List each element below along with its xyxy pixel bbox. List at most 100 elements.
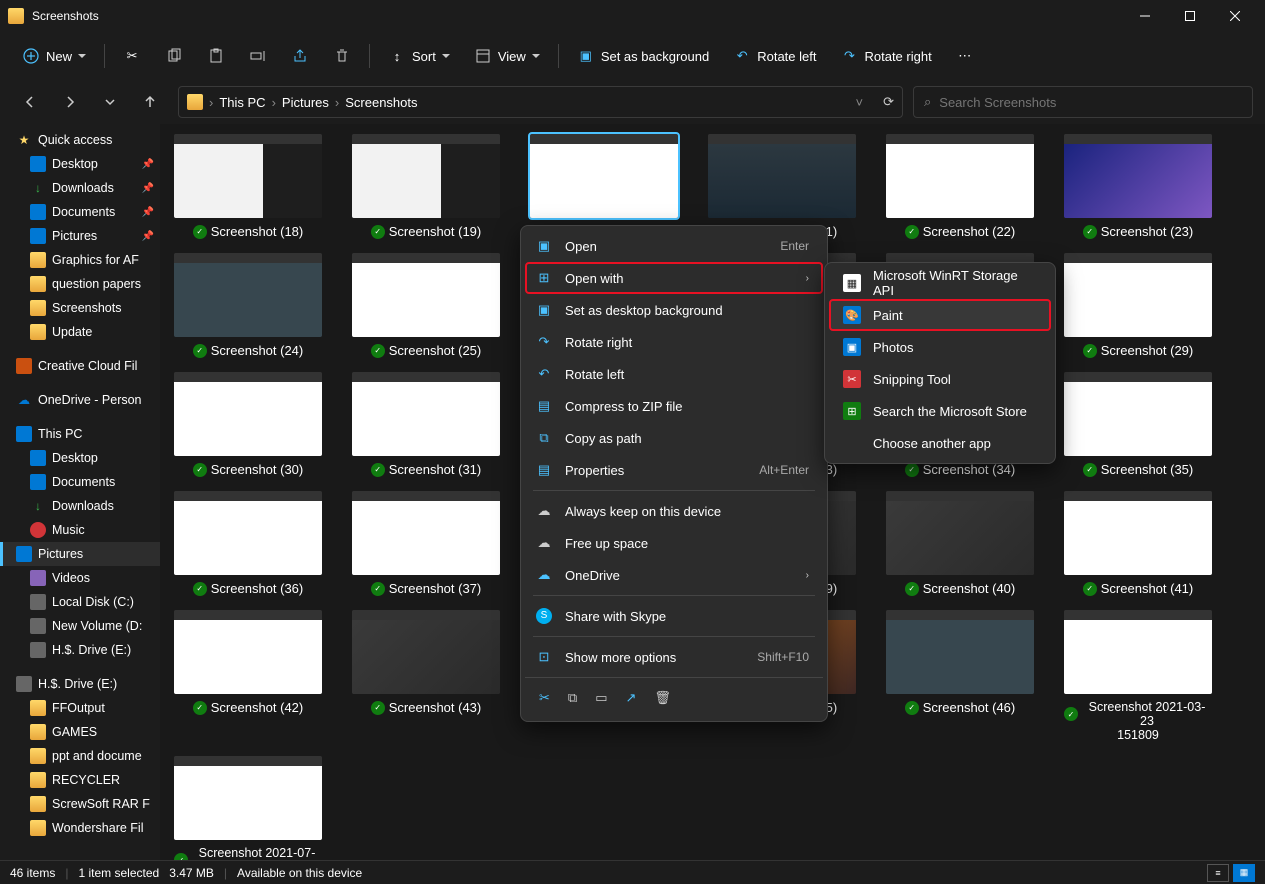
file-item[interactable]: ✓Screenshot (31) [352, 372, 500, 477]
sidebar-pictures[interactable]: Pictures📌 [0, 224, 160, 248]
more-button[interactable]: ⋯ [946, 38, 984, 74]
back-button[interactable] [12, 84, 48, 120]
ctx-rotate-left[interactable]: ↶Rotate left [525, 358, 823, 390]
share-button[interactable] [281, 38, 319, 74]
sidebar-folder[interactable]: GAMES [0, 720, 160, 744]
ctx-copy-path[interactable]: ⧉Copy as path [525, 422, 823, 454]
file-item[interactable]: ✓Screenshot (21) [708, 134, 856, 239]
file-item[interactable]: ✓Screenshot (19) [352, 134, 500, 239]
sidebar-this-pc[interactable]: This PC [0, 422, 160, 446]
up-button[interactable] [132, 84, 168, 120]
ctx-properties[interactable]: ▤PropertiesAlt+Enter [525, 454, 823, 486]
ctx-show-more[interactable]: ⊡Show more optionsShift+F10 [525, 641, 823, 673]
sidebar-documents[interactable]: Documents📌 [0, 200, 160, 224]
sidebar-onedrive[interactable]: ☁OneDrive - Person [0, 388, 160, 412]
sub-paint[interactable]: 🎨Paint [829, 299, 1051, 331]
breadcrumb[interactable]: Screenshots [345, 95, 417, 110]
ctx-compress-zip[interactable]: ▤Compress to ZIP file [525, 390, 823, 422]
sidebar-downloads[interactable]: ↓Downloads [0, 494, 160, 518]
ctx-set-desktop[interactable]: ▣Set as desktop background [525, 294, 823, 326]
file-item[interactable]: ✓Screenshot (43) [352, 610, 500, 742]
search-input[interactable] [939, 95, 1242, 110]
paste-button[interactable] [197, 38, 235, 74]
sidebar-folder[interactable]: FFOutput [0, 696, 160, 720]
breadcrumb[interactable]: This PC [219, 95, 265, 110]
file-item[interactable]: ✓Screenshot (30) [174, 372, 322, 477]
sidebar-creative-cloud[interactable]: Creative Cloud Fil [0, 354, 160, 378]
file-item[interactable]: ✓Screenshot (46) [886, 610, 1034, 742]
rotate-right-button[interactable]: ↷Rotate right [830, 38, 941, 74]
sidebar-folder[interactable]: question papers [0, 272, 160, 296]
details-view-button[interactable]: ≡ [1207, 864, 1229, 882]
maximize-button[interactable] [1167, 0, 1212, 32]
delete-button[interactable] [323, 38, 361, 74]
sidebar-folder[interactable]: Wondershare Fil [0, 816, 160, 840]
sub-snipping[interactable]: ✂Snipping Tool [829, 363, 1051, 395]
sub-winrt[interactable]: ▦Microsoft WinRT Storage API [829, 267, 1051, 299]
sidebar-local-disk[interactable]: Local Disk (C:) [0, 590, 160, 614]
copy-button[interactable] [155, 38, 193, 74]
sidebar-new-volume[interactable]: New Volume (D: [0, 614, 160, 638]
refresh-icon[interactable]: ⟳ [883, 94, 894, 110]
ctx-rotate-right[interactable]: ↷Rotate right [525, 326, 823, 358]
set-background-button[interactable]: ▣Set as background [567, 38, 719, 74]
file-item[interactable]: ✓Screenshot 2021-07-13 122136 [174, 756, 322, 860]
file-item[interactable]: ✓Screenshot (42) [174, 610, 322, 742]
file-item[interactable]: ✓Screenshot (25) [352, 253, 500, 358]
file-item[interactable]: ✓Screenshot (23) [1064, 134, 1212, 239]
trash-icon[interactable]: 🗑 [654, 690, 671, 706]
search-box[interactable]: ⌕ [913, 86, 1253, 118]
cut-icon[interactable]: ✂ [539, 690, 550, 706]
file-item[interactable]: ✓Screenshot (40) [886, 491, 1034, 596]
sidebar-folder[interactable]: ScrewSoft RAR F [0, 792, 160, 816]
sidebar-desktop[interactable]: Desktop📌 [0, 152, 160, 176]
sidebar-pictures[interactable]: Pictures [0, 542, 160, 566]
chevron-down-icon[interactable]: ˅ [856, 95, 864, 110]
sidebar-hs-drive[interactable]: H.$. Drive (E:) [0, 672, 160, 696]
ctx-skype[interactable]: SShare with Skype [525, 600, 823, 632]
sub-photos[interactable]: ▣Photos [829, 331, 1051, 363]
file-item[interactable]: ✓Screenshot (36) [174, 491, 322, 596]
thumbnails-view-button[interactable]: ▦ [1233, 864, 1255, 882]
file-item[interactable]: ✓Screenshot (29) [1064, 253, 1212, 358]
address-bar[interactable]: › This PC › Pictures › Screenshots ˅ ⟳ [178, 86, 903, 118]
sidebar-hs-drive[interactable]: H.$. Drive (E:) [0, 638, 160, 662]
sidebar-folder[interactable]: Update [0, 320, 160, 344]
rename-icon[interactable]: ▭ [595, 690, 607, 706]
sidebar-folder[interactable]: Graphics for AF [0, 248, 160, 272]
ctx-open-with[interactable]: ⊞Open with› [525, 262, 823, 294]
rename-button[interactable] [239, 38, 277, 74]
forward-button[interactable] [52, 84, 88, 120]
sub-choose-another[interactable]: Choose another app [829, 427, 1051, 459]
sidebar-documents[interactable]: Documents [0, 470, 160, 494]
file-item[interactable]: ✓Screenshot (22) [886, 134, 1034, 239]
ctx-onedrive[interactable]: ☁OneDrive› [525, 559, 823, 591]
copy-icon[interactable]: ⧉ [568, 690, 577, 706]
sidebar-music[interactable]: Music [0, 518, 160, 542]
sort-button[interactable]: ↕Sort [378, 38, 460, 74]
view-button[interactable]: View [464, 38, 550, 74]
cut-button[interactable]: ✂ [113, 38, 151, 74]
sidebar-desktop[interactable]: Desktop [0, 446, 160, 470]
file-item[interactable]: ✓Screenshot (41) [1064, 491, 1212, 596]
navigation-pane[interactable]: ★Quick access Desktop📌 ↓Downloads📌 Docum… [0, 124, 160, 860]
rotate-left-button[interactable]: ↶Rotate left [723, 38, 826, 74]
file-item[interactable]: ✓Screenshot (37) [352, 491, 500, 596]
sidebar-videos[interactable]: Videos [0, 566, 160, 590]
recent-button[interactable] [92, 84, 128, 120]
sidebar-folder[interactable]: RECYCLER [0, 768, 160, 792]
new-button[interactable]: New [12, 38, 96, 74]
sub-store[interactable]: ⊞Search the Microsoft Store [829, 395, 1051, 427]
file-item[interactable]: ✓Screenshot 2021-03-23 151809 [1064, 610, 1212, 742]
ctx-open[interactable]: ▣OpenEnter [525, 230, 823, 262]
sidebar-folder[interactable]: Screenshots [0, 296, 160, 320]
sidebar-downloads[interactable]: ↓Downloads📌 [0, 176, 160, 200]
file-item[interactable]: ✓Screenshot (18) [174, 134, 322, 239]
file-item[interactable]: ✓Screenshot (20) [530, 134, 678, 239]
ctx-free-space[interactable]: ☁Free up space [525, 527, 823, 559]
sidebar-quick-access[interactable]: ★Quick access [0, 128, 160, 152]
ctx-always-keep[interactable]: ☁Always keep on this device [525, 495, 823, 527]
share-icon[interactable]: ↗ [626, 690, 637, 706]
file-item[interactable]: ✓Screenshot (35) [1064, 372, 1212, 477]
file-item[interactable]: ✓Screenshot (24) [174, 253, 322, 358]
